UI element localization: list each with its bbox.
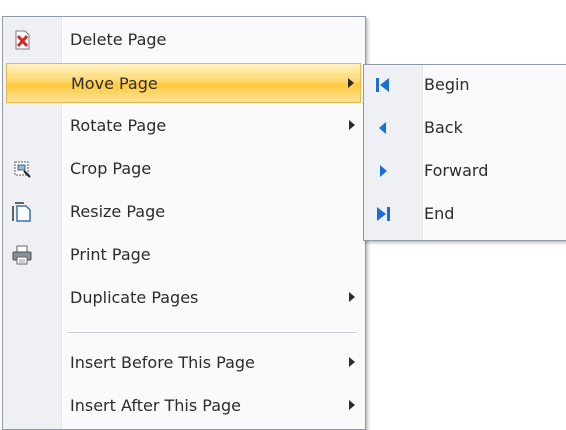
submenu-arrow-icon	[349, 400, 355, 410]
crop-page-icon	[12, 159, 32, 179]
menu-item-label: Insert Before This Page	[70, 353, 255, 372]
submenu-item-label: Forward	[424, 161, 489, 180]
page-context-menu: Delete Page Move Page Rotate Page Crop P…	[2, 16, 366, 430]
menu-item-print-page[interactable]: Print Page	[6, 235, 361, 275]
menu-item-label: Rotate Page	[70, 116, 167, 135]
menu-item-insert-after[interactable]: Insert After This Page	[6, 386, 361, 426]
menu-item-resize-page[interactable]: Resize Page	[6, 192, 361, 232]
menu-item-insert-before[interactable]: Insert Before This Page	[6, 343, 361, 383]
menu-separator	[67, 332, 357, 333]
menu-item-rotate-page[interactable]: Rotate Page	[6, 106, 361, 146]
menu-item-move-page[interactable]: Move Page	[6, 63, 361, 103]
menu-item-label: Duplicate Pages	[70, 288, 199, 307]
menu-item-crop-page[interactable]: Crop Page	[6, 149, 361, 189]
menu-item-label: Print Page	[70, 245, 151, 264]
submenu-item-forward[interactable]: Forward	[367, 151, 562, 191]
submenu-item-end[interactable]: End	[367, 194, 562, 234]
menu-item-duplicate-pages[interactable]: Duplicate Pages	[6, 278, 361, 318]
forward-arrow-icon	[373, 161, 393, 181]
menu-item-label: Insert After This Page	[70, 396, 241, 415]
menu-item-label: Crop Page	[70, 159, 152, 178]
submenu-item-label: Begin	[424, 75, 470, 94]
back-arrow-icon	[373, 118, 393, 138]
submenu-arrow-icon	[349, 120, 355, 130]
submenu-item-begin[interactable]: Begin	[367, 65, 562, 105]
move-page-submenu: Begin Back Forward End	[363, 64, 566, 241]
menu-item-delete-page[interactable]: Delete Page	[6, 20, 361, 60]
submenu-arrow-icon	[349, 292, 355, 302]
delete-page-icon	[12, 30, 32, 50]
last-page-icon	[373, 204, 393, 224]
submenu-item-label: End	[424, 204, 455, 223]
menu-item-label: Delete Page	[70, 30, 167, 49]
first-page-icon	[373, 75, 393, 95]
submenu-item-back[interactable]: Back	[367, 108, 562, 148]
menu-item-label: Move Page	[71, 74, 158, 93]
submenu-arrow-icon	[348, 78, 354, 88]
printer-icon	[12, 245, 32, 265]
resize-page-icon	[12, 202, 32, 222]
submenu-item-label: Back	[424, 118, 463, 137]
submenu-arrow-icon	[349, 357, 355, 367]
menu-item-label: Resize Page	[70, 202, 166, 221]
